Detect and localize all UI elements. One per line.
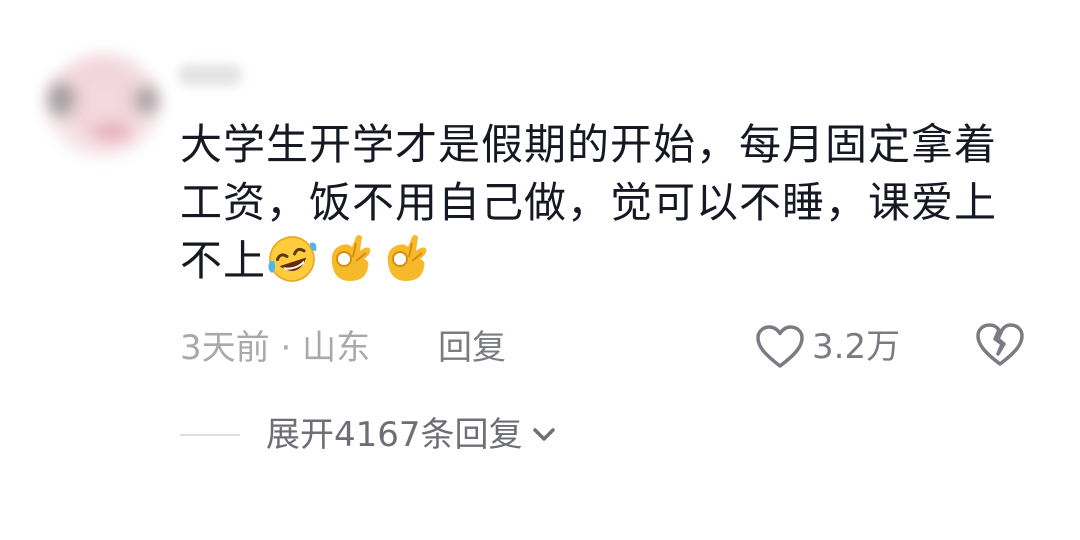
ok-hand-emoji xyxy=(387,235,427,281)
username-blurred[interactable] xyxy=(178,64,242,86)
avatar-blur-detail xyxy=(92,124,132,140)
expand-replies-button[interactable]: 展开4167条回复 xyxy=(180,412,557,458)
comment-time: 3天前 xyxy=(180,328,270,368)
reply-button[interactable]: 回复 xyxy=(438,326,506,370)
meta-separator: · xyxy=(269,328,303,368)
chevron-down-icon xyxy=(532,428,555,441)
rofl-emoji xyxy=(268,236,317,282)
like-count: 3.2万 xyxy=(812,327,901,367)
comment-body[interactable]: 大学生开学才是假期的开始，每月固定拿着工资，饭不用自己做，觉可以不睡，课爱上不上 xyxy=(180,116,1020,290)
dislike-button[interactable] xyxy=(974,322,1026,372)
comment-item: 大学生开学才是假期的开始，每月固定拿着工资，饭不用自己做，觉可以不睡，课爱上不上 xyxy=(0,0,1080,540)
comment-meta: 3天前 · 山东 xyxy=(180,326,370,370)
divider-line xyxy=(180,434,240,436)
broken-heart-icon xyxy=(976,323,1024,366)
ok-hand-emoji xyxy=(331,235,371,281)
comment-location: 山东 xyxy=(302,328,371,368)
like-button[interactable]: 3.2万 xyxy=(754,322,900,372)
heart-outline-icon xyxy=(756,325,804,368)
expand-replies-label: 展开4167条回复 xyxy=(266,415,523,455)
avatar-blur-detail xyxy=(136,86,158,114)
avatar-blur-detail xyxy=(48,82,74,116)
